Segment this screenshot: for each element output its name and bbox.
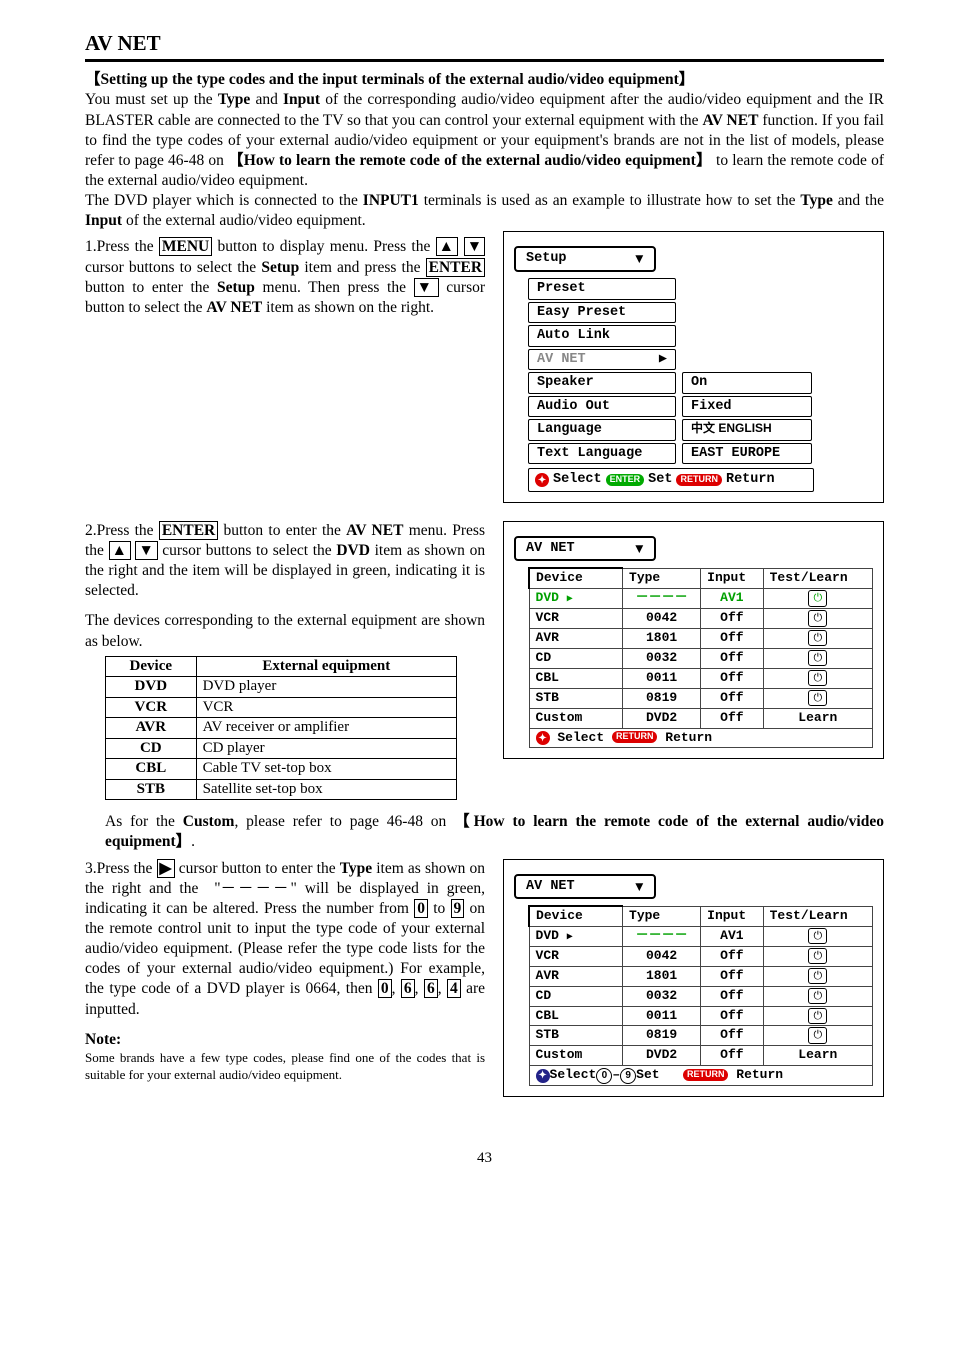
right-key: ▶ xyxy=(157,859,175,878)
power-icon: ⏻ xyxy=(808,590,827,606)
dpad-icon: ✦ xyxy=(535,473,549,487)
osd-setup: Setup▼ Preset Easy Preset Auto Link AV N… xyxy=(503,231,884,502)
num-key: 0 xyxy=(414,899,428,918)
power-icon: ⏻ xyxy=(808,1027,827,1043)
dpad-icon: ✦ xyxy=(536,1069,550,1083)
device-mapping-table: DeviceExternal equipment DVDDVD player V… xyxy=(105,656,457,801)
note-heading: Note: xyxy=(85,1030,485,1050)
osd-val-textlang: EAST EUROPE xyxy=(682,443,812,465)
intro-paragraph: You must set up the Type and Input of th… xyxy=(85,90,884,191)
num-key: 0 xyxy=(378,979,392,998)
osd-item-speaker: Speaker xyxy=(528,372,676,394)
down-key: ▼ xyxy=(135,541,157,560)
up-key: ▲ xyxy=(436,237,459,256)
osd-avnet-title: AV NET▼ xyxy=(514,874,656,900)
osd-item-autolink: Auto Link xyxy=(528,325,676,347)
osd-item-textlang: Text Language xyxy=(528,443,676,465)
power-icon: ⏻ xyxy=(808,650,827,666)
osd-val-speaker: On xyxy=(682,372,812,394)
return-pill-icon: RETURN xyxy=(683,1069,729,1081)
power-icon: ⏻ xyxy=(808,630,827,646)
down-key: ▼ xyxy=(414,278,439,297)
circled-zero-icon: 0 xyxy=(596,1068,612,1084)
step2b-text: The devices corresponding to the externa… xyxy=(85,611,485,651)
custom-ref: As for the Custom, please refer to page … xyxy=(105,812,884,852)
power-icon: ⏻ xyxy=(808,928,827,944)
menu-key: MENU xyxy=(159,237,212,256)
up-key: ▲ xyxy=(109,541,131,560)
power-icon: ⏻ xyxy=(808,988,827,1004)
num-key: 6 xyxy=(401,979,415,998)
power-icon: ⏻ xyxy=(808,1008,827,1024)
osd-item-avnet: AV NET▶ xyxy=(528,349,676,371)
step3-text: 3.Press the ▶ cursor button to enter the… xyxy=(85,859,485,1020)
power-icon: ⏻ xyxy=(808,968,827,984)
step2-text: 2.Press the ENTER button to enter the AV… xyxy=(85,521,485,602)
enter-key: ENTER xyxy=(159,521,218,540)
sub-heading: 【Setting up the type codes and the input… xyxy=(85,70,884,90)
dpad-icon: ✦ xyxy=(536,731,550,745)
osd-setup-footer: ✦Select ENTERSet RETURNReturn xyxy=(528,468,814,492)
osd-setup-title: Setup▼ xyxy=(514,246,656,272)
circled-nine-icon: 9 xyxy=(620,1068,636,1084)
num-key: 4 xyxy=(447,979,461,998)
step1-text: 1.Press the MENU button to display menu.… xyxy=(85,237,485,318)
osd-avnet-title: AV NET▼ xyxy=(514,536,656,562)
power-icon: ⏻ xyxy=(808,610,827,626)
intro-paragraph-2: The DVD player which is connected to the… xyxy=(85,191,884,231)
return-pill-icon: RETURN xyxy=(676,474,722,486)
osd-avnet-1: AV NET▼ Device Type Input Test/Learn DVD… xyxy=(503,521,884,760)
power-icon: ⏻ xyxy=(808,948,827,964)
osd-avnet-2: AV NET▼ Device Type Input Test/Learn DVD… xyxy=(503,859,884,1098)
osd-val-language: 中文 ENGLISH xyxy=(682,419,812,441)
osd-item-easypreset: Easy Preset xyxy=(528,302,676,324)
section-title: AV NET xyxy=(85,30,884,62)
osd-val-audioout: Fixed xyxy=(682,396,812,418)
num-key: 6 xyxy=(424,979,438,998)
note-body: Some brands have a few type codes, pleas… xyxy=(85,1050,485,1084)
num-key: 9 xyxy=(451,899,465,918)
osd-item-language: Language xyxy=(528,419,676,441)
down-key: ▼ xyxy=(464,237,485,256)
power-icon: ⏻ xyxy=(808,670,827,686)
power-icon: ⏻ xyxy=(808,690,827,706)
osd-item-preset: Preset xyxy=(528,278,676,300)
osd-item-audioout: Audio Out xyxy=(528,396,676,418)
return-pill-icon: RETURN xyxy=(612,731,658,743)
enter-key: ENTER xyxy=(426,258,485,277)
enter-pill-icon: ENTER xyxy=(606,474,645,486)
page-number: 43 xyxy=(85,1149,884,1169)
